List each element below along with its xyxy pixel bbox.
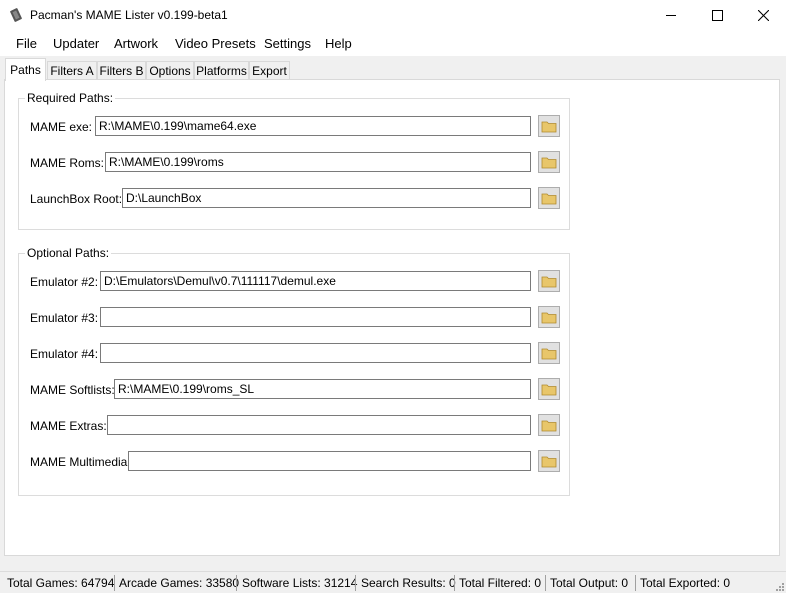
folder-icon bbox=[541, 312, 557, 323]
status-bar: Total Games: 64794 Arcade Games: 33580 S… bbox=[0, 571, 786, 593]
minimize-icon bbox=[666, 14, 676, 16]
close-icon bbox=[757, 9, 769, 21]
emulator-2-browse-button[interactable] bbox=[538, 270, 560, 292]
mame-multimedia-input[interactable] bbox=[128, 451, 531, 471]
menu-updater[interactable]: Updater bbox=[53, 36, 99, 51]
mame-exe-browse-button[interactable] bbox=[538, 115, 560, 137]
mame-roms-label: MAME Roms: bbox=[30, 156, 105, 170]
emulator-2-label: Emulator #2: bbox=[30, 275, 99, 289]
optional-paths-group: Optional Paths: Emulator #2: Emulator #3… bbox=[18, 246, 570, 496]
folder-icon bbox=[541, 193, 557, 204]
mame-multimedia-label: MAME Multimedia: bbox=[30, 455, 131, 469]
mame-exe-label: MAME exe: bbox=[30, 120, 93, 134]
mame-softlists-label: MAME Softlists: bbox=[30, 383, 115, 397]
status-search-results: Search Results: 0 bbox=[361, 576, 456, 590]
status-total-filtered: Total Filtered: 0 bbox=[459, 576, 542, 590]
tab-strip: Paths Filters A Filters B Options Platfo… bbox=[0, 56, 786, 81]
folder-icon bbox=[541, 384, 557, 395]
folder-icon bbox=[541, 348, 557, 359]
folder-icon bbox=[541, 456, 557, 467]
emulator-3-input[interactable] bbox=[100, 307, 531, 327]
tab-options[interactable]: Options bbox=[146, 61, 194, 79]
status-separator bbox=[236, 575, 237, 591]
window-title: Pacman's MAME Lister v0.199-beta1 bbox=[30, 8, 228, 22]
tab-export[interactable]: Export bbox=[249, 61, 290, 79]
launchbox-root-input[interactable] bbox=[122, 188, 531, 208]
emulator-3-label: Emulator #3: bbox=[30, 311, 99, 325]
status-separator bbox=[454, 575, 455, 591]
status-separator bbox=[545, 575, 546, 591]
emulator-4-input[interactable] bbox=[100, 343, 531, 363]
menu-artwork[interactable]: Artwork bbox=[114, 36, 158, 51]
tab-paths[interactable]: Paths bbox=[5, 58, 46, 81]
mame-softlists-input[interactable] bbox=[114, 379, 531, 399]
required-paths-group: Required Paths: MAME exe: MAME Roms: Lau… bbox=[18, 91, 570, 230]
launchbox-root-browse-button[interactable] bbox=[538, 187, 560, 209]
launchbox-root-label: LaunchBox Root: bbox=[30, 192, 123, 206]
paths-panel: Required Paths: MAME exe: MAME Roms: Lau… bbox=[4, 79, 780, 556]
emulator-3-browse-button[interactable] bbox=[538, 306, 560, 328]
status-total-games: Total Games: 64794 bbox=[7, 576, 115, 590]
folder-icon bbox=[541, 420, 557, 431]
mame-roms-input[interactable] bbox=[105, 152, 531, 172]
tab-filters-a[interactable]: Filters A bbox=[47, 61, 97, 79]
menu-settings[interactable]: Settings bbox=[264, 36, 311, 51]
menu-help[interactable]: Help bbox=[325, 36, 352, 51]
status-separator bbox=[635, 575, 636, 591]
required-paths-title: Required Paths: bbox=[25, 91, 116, 105]
status-separator bbox=[355, 575, 356, 591]
menu-bar: File Updater Artwork Video Presets Setti… bbox=[0, 30, 786, 56]
close-button[interactable] bbox=[740, 0, 786, 30]
joystick-icon bbox=[10, 8, 22, 22]
maximize-icon bbox=[711, 9, 723, 21]
status-total-exported: Total Exported: 0 bbox=[640, 576, 731, 590]
status-total-output: Total Output: 0 bbox=[550, 576, 629, 590]
folder-icon bbox=[541, 157, 557, 168]
mame-multimedia-browse-button[interactable] bbox=[538, 450, 560, 472]
optional-paths-title: Optional Paths: bbox=[25, 246, 112, 260]
mame-extras-label: MAME Extras: bbox=[30, 419, 107, 433]
tab-platforms[interactable]: Platforms bbox=[194, 61, 249, 79]
mame-softlists-browse-button[interactable] bbox=[538, 378, 560, 400]
title-bar[interactable]: Pacman's MAME Lister v0.199-beta1 bbox=[0, 0, 786, 30]
mame-exe-input[interactable] bbox=[95, 116, 531, 136]
maximize-button[interactable] bbox=[694, 0, 740, 30]
mame-extras-input[interactable] bbox=[107, 415, 531, 435]
mame-roms-browse-button[interactable] bbox=[538, 151, 560, 173]
emulator-4-label: Emulator #4: bbox=[30, 347, 99, 361]
tab-filters-b[interactable]: Filters B bbox=[97, 61, 146, 79]
mame-extras-browse-button[interactable] bbox=[538, 414, 560, 436]
menu-video-presets[interactable]: Video Presets bbox=[175, 36, 256, 51]
status-arcade-games: Arcade Games: 33580 bbox=[119, 576, 240, 590]
menu-file[interactable]: File bbox=[16, 36, 37, 51]
minimize-button[interactable] bbox=[648, 0, 694, 30]
resize-grip-icon[interactable] bbox=[774, 581, 784, 591]
status-separator bbox=[114, 575, 115, 591]
main-window: Pacman's MAME Lister v0.199-beta1 File U… bbox=[0, 0, 786, 593]
folder-icon bbox=[541, 276, 557, 287]
emulator-2-input[interactable] bbox=[100, 271, 531, 291]
emulator-4-browse-button[interactable] bbox=[538, 342, 560, 364]
folder-icon bbox=[541, 121, 557, 132]
status-software-lists: Software Lists: 31214 bbox=[242, 576, 358, 590]
